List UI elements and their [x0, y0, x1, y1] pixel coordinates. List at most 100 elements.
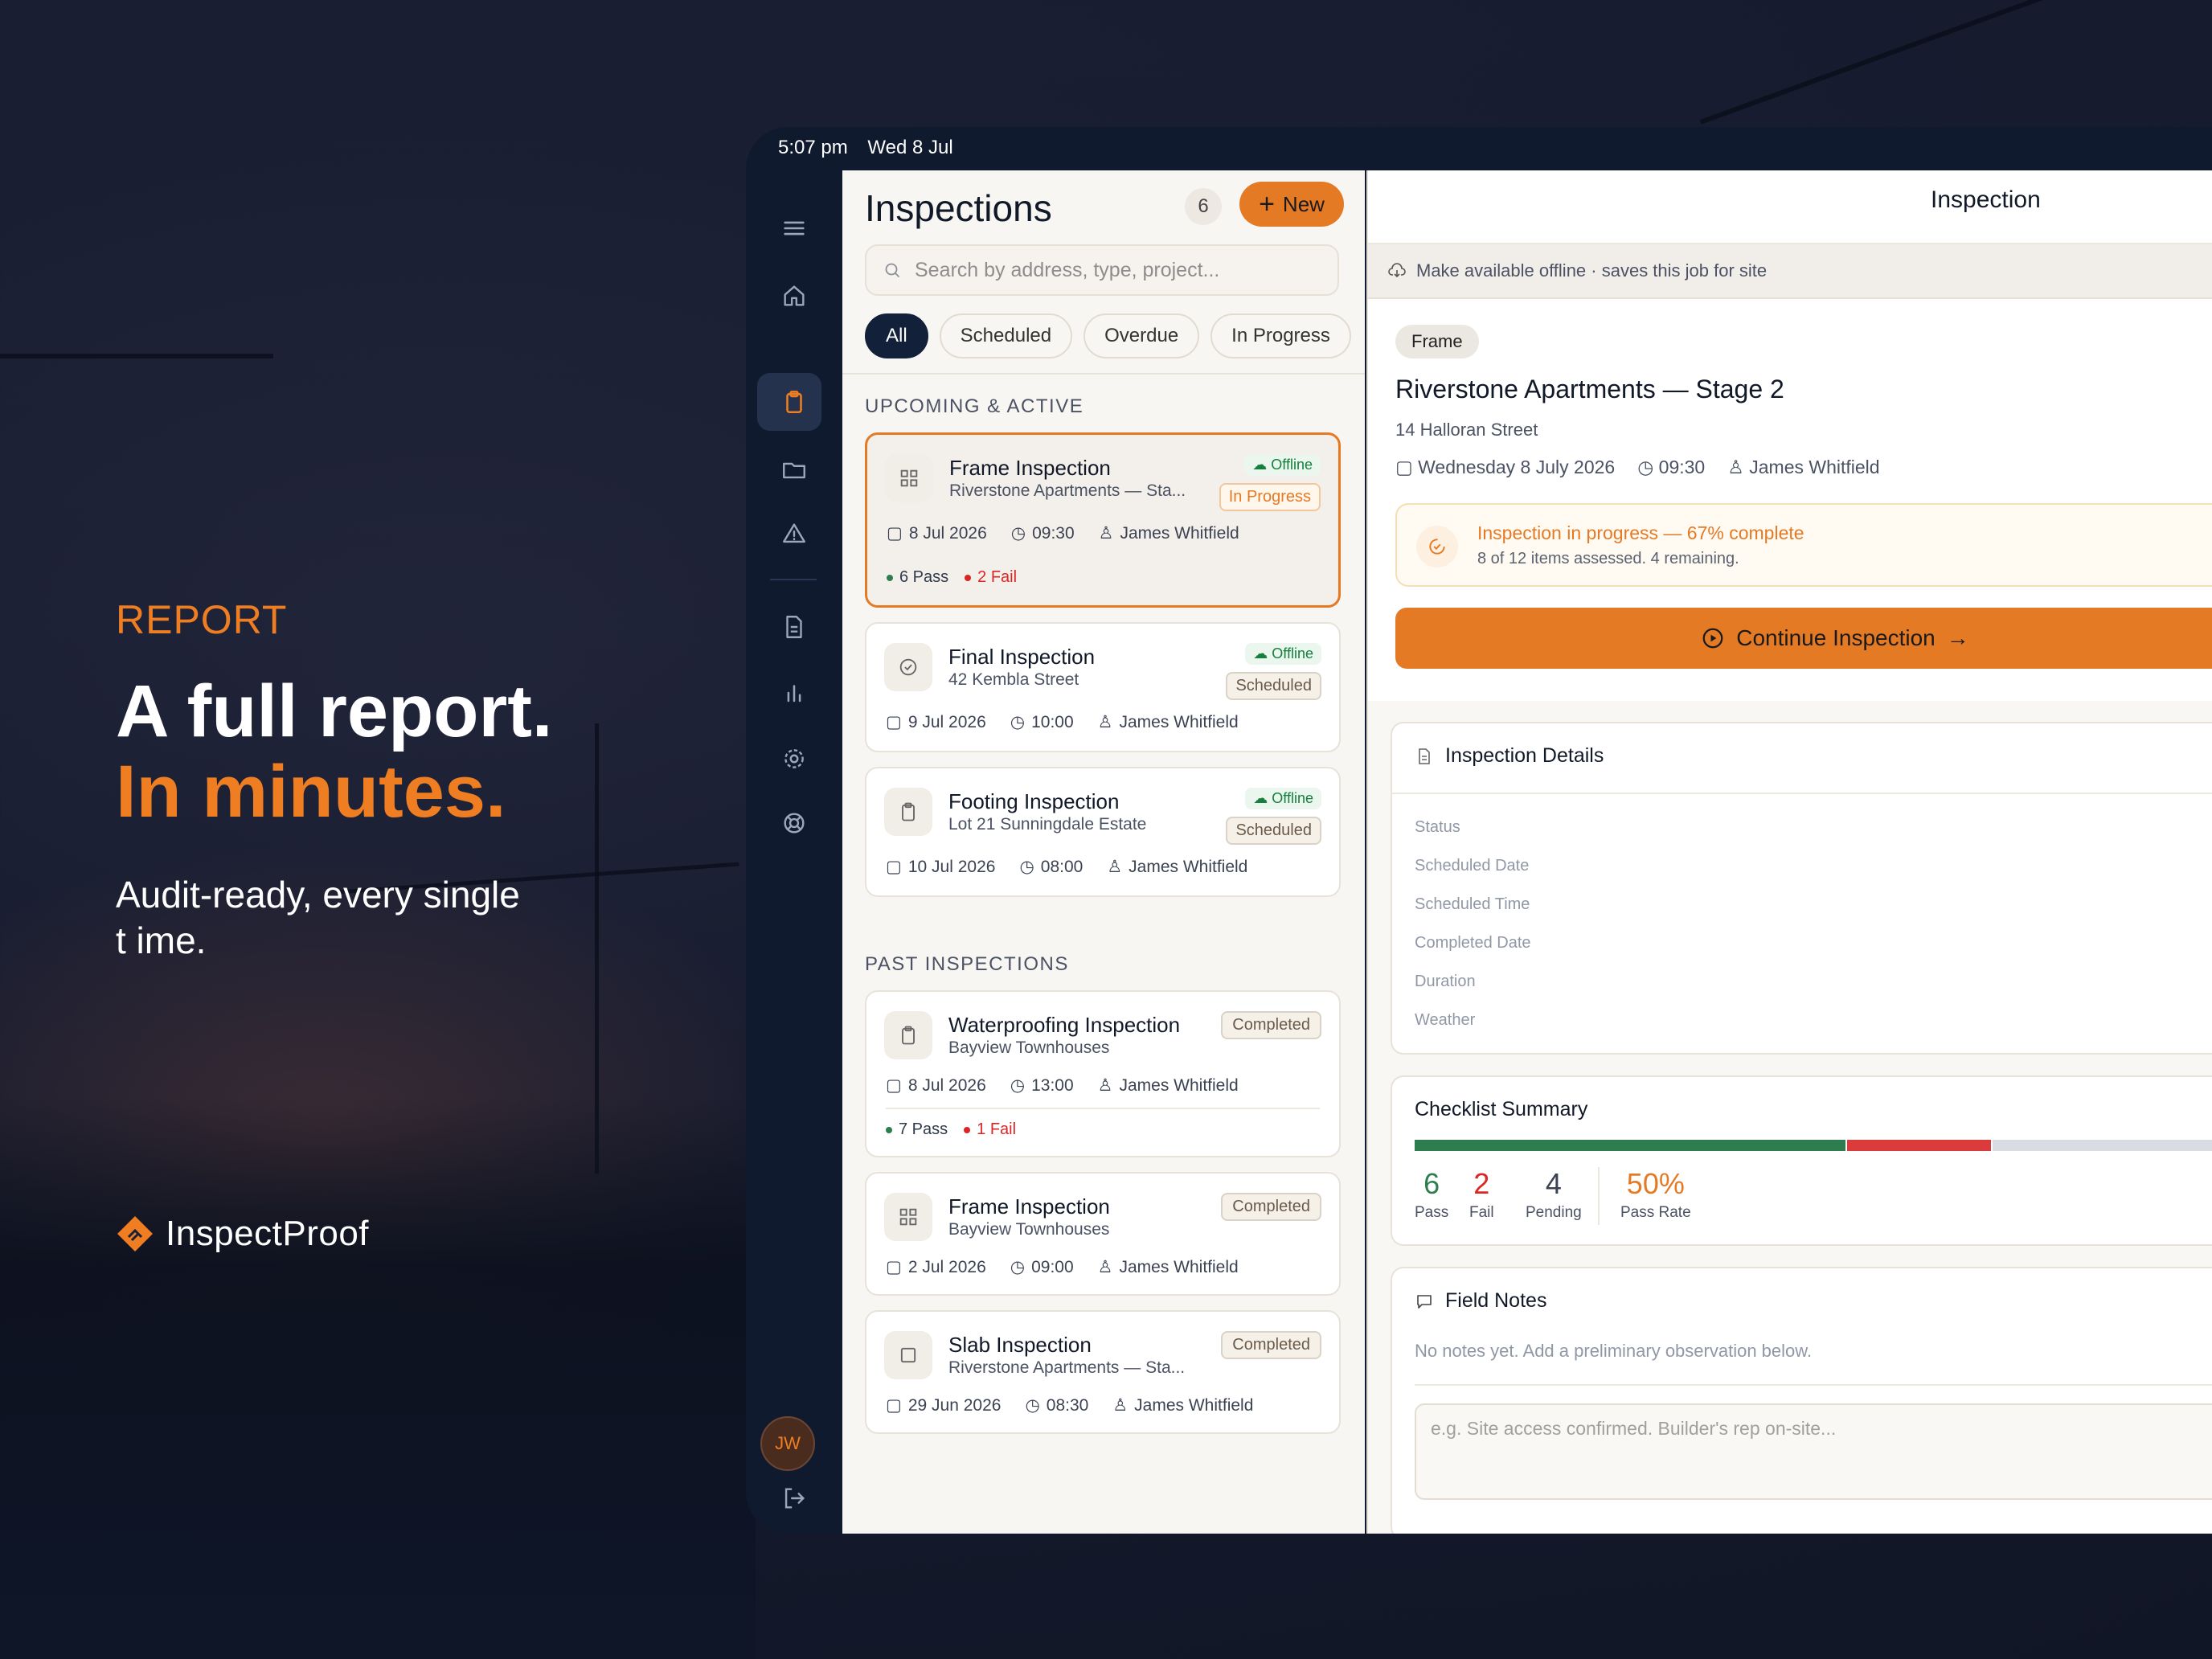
progress-title: Inspection in progress — 67% complete: [1477, 522, 1804, 543]
inspection-details-panel: Inspection Details Status Scheduled Date…: [1391, 722, 2212, 1055]
filter-chip-all[interactable]: All: [865, 313, 928, 358]
chart-icon[interactable]: [776, 675, 812, 711]
section-title-upcoming: UPCOMING & ACTIVE: [865, 395, 1084, 417]
sidebar-rail: JW: [746, 170, 842, 1534]
card-time: 13:00: [1031, 1075, 1074, 1095]
field-label-scheduled-time: Scheduled Time: [1415, 895, 1530, 913]
status-bar: 5:07 pm Wed 8 Jul: [778, 137, 968, 159]
inspection-card[interactable]: Frame Inspection Riverstone Apartments —…: [865, 432, 1341, 608]
logo-icon: [116, 1215, 154, 1253]
pass-label: Pass: [1415, 1204, 1449, 1221]
offline-label: Offline: [1272, 645, 1313, 662]
make-offline-button[interactable]: Make available offline · saves this job …: [1368, 244, 2212, 299]
brand-logo: InspectProof: [116, 1214, 369, 1254]
person-icon: ♙: [1727, 457, 1750, 477]
divider: [1392, 793, 2212, 794]
new-inspection-button[interactable]: + New: [1239, 182, 1344, 227]
card-time: 09:00: [1031, 1257, 1074, 1276]
fail-segment: [1847, 1140, 1991, 1151]
fail-label: Fail: [1469, 1204, 1494, 1221]
calendar-icon: ▢: [886, 1258, 902, 1276]
clock-icon: ◷: [1010, 524, 1026, 543]
continue-inspection-button[interactable]: Continue Inspection →: [1395, 608, 2212, 669]
menu-icon[interactable]: [776, 211, 812, 246]
inspection-card[interactable]: Final Inspection 42 Kembla Street ☁ Offli…: [865, 622, 1341, 752]
document-icon: [1419, 748, 1430, 764]
status-badge: Completed: [1221, 1011, 1321, 1039]
lifebuoy-icon[interactable]: [776, 805, 812, 841]
card-meta: ▢ 9 Jul 2026 ◷ 10:00 ♙ James Whitfield: [886, 712, 1239, 732]
type-pill: Frame: [1395, 325, 1479, 358]
fail-dot: [965, 574, 972, 581]
section-title-past: PAST INSPECTIONS: [865, 953, 1069, 975]
status-badge: Completed: [1221, 1331, 1321, 1359]
logout-icon[interactable]: [776, 1481, 812, 1516]
filter-chip-scheduled[interactable]: Scheduled: [939, 313, 1073, 358]
card-date: 10 Jul 2026: [907, 857, 996, 876]
card-subtitle: 42 Kembla Street: [948, 670, 1079, 689]
card-subtitle: Lot 21 Sunningdale Estate: [948, 815, 1147, 834]
continue-label: Continue Inspection: [1736, 625, 1936, 650]
detail-date: Wednesday 8 July 2026: [1418, 457, 1616, 477]
inspections-list-pane: Inspections 6 + New All Scheduled Overdu…: [842, 170, 1365, 1534]
clock-icon: ◷: [1010, 1258, 1026, 1276]
pass-count: 7 Pass: [899, 1120, 948, 1138]
offline-bar-text: Make available offline · saves this job …: [1416, 260, 1768, 281]
pass-rate-value: 50%: [1626, 1167, 1685, 1200]
card-date: 2 Jul 2026: [907, 1257, 986, 1276]
stat-pass: 6 Pass: [1415, 1167, 1448, 1222]
crane-silhouette: [0, 354, 273, 358]
checklist-progress-bar: [1415, 1140, 2212, 1151]
card-inspector: James Whitfield: [1129, 857, 1248, 876]
person-icon: ♙: [1097, 1258, 1113, 1276]
fail-count: 1 Fail: [977, 1120, 1017, 1138]
status-badge: In Progress: [1219, 483, 1321, 511]
sidebar-divider: [770, 579, 817, 580]
field-notes-panel: Field Notes No notes yet. Add a prelimin…: [1391, 1267, 2212, 1534]
clipboard-icon[interactable]: [776, 384, 812, 420]
notes-title: Field Notes: [1445, 1289, 1547, 1312]
kicker-text: REPORT: [116, 597, 288, 642]
home-icon[interactable]: [776, 278, 812, 313]
divider: [886, 1108, 1320, 1109]
card-inspector: James Whitfield: [1119, 712, 1239, 731]
headline-line-1: A full report.: [116, 670, 553, 752]
folder-icon[interactable]: [776, 452, 812, 487]
calendar-icon: ▢: [886, 858, 902, 876]
card-date: 9 Jul 2026: [907, 712, 986, 731]
inspection-card[interactable]: Waterproofing Inspection Bayview Townhou…: [865, 990, 1341, 1157]
detail-title: Riverstone Apartments — Stage 2: [1395, 375, 1784, 403]
status-time: 5:07 pm: [778, 137, 848, 158]
subheadline: Audit-ready, every single t ime.: [116, 874, 520, 961]
person-icon: ♙: [1107, 858, 1123, 876]
avatar[interactable]: JW: [760, 1416, 815, 1471]
card-time: 08:30: [1046, 1395, 1089, 1415]
checklist-title: Checklist Summary: [1415, 1098, 1588, 1120]
detail-header-title: Inspection: [1931, 186, 2041, 213]
details-title: Inspection Details: [1445, 744, 1604, 767]
gear-icon[interactable]: [776, 741, 812, 776]
field-label-status: Status: [1415, 818, 1460, 836]
pass-count: 6 Pass: [899, 568, 949, 586]
panel-heading: Field Notes: [1415, 1289, 1546, 1313]
clock-icon: ◷: [1025, 1396, 1040, 1415]
alert-icon[interactable]: [776, 516, 812, 551]
filter-chips: All Scheduled Overdue In Progress: [865, 313, 1351, 358]
inspection-card[interactable]: Footing Inspection Lot 21 Sunningdale Es…: [865, 767, 1341, 897]
square-icon: [884, 1331, 932, 1379]
person-icon: ♙: [1112, 1396, 1129, 1415]
document-icon[interactable]: [776, 609, 812, 645]
plus-icon: +: [1259, 189, 1275, 219]
cloud-icon: ☁: [1252, 457, 1268, 473]
grid-icon: [885, 454, 933, 502]
search-input[interactable]: [913, 257, 1318, 283]
card-meta: ▢ 29 Jun 2026 ◷ 08:30 ♙ James Whitfield: [886, 1395, 1253, 1415]
card-meta: ▢ 8 Jul 2026 ◷ 09:30 ♙ James Whitfield: [887, 523, 1239, 543]
detail-header: Inspection: [1368, 170, 2212, 244]
field-notes-input[interactable]: [1415, 1403, 2212, 1500]
filter-chip-in-progress[interactable]: In Progress: [1210, 313, 1351, 358]
filter-chip-overdue[interactable]: Overdue: [1083, 313, 1200, 358]
inspection-card[interactable]: Frame Inspection Bayview Townhouses Comp…: [865, 1172, 1341, 1296]
inspection-card[interactable]: Slab Inspection Riverstone Apartments — …: [865, 1310, 1341, 1434]
pending-value: 4: [1545, 1167, 1562, 1200]
